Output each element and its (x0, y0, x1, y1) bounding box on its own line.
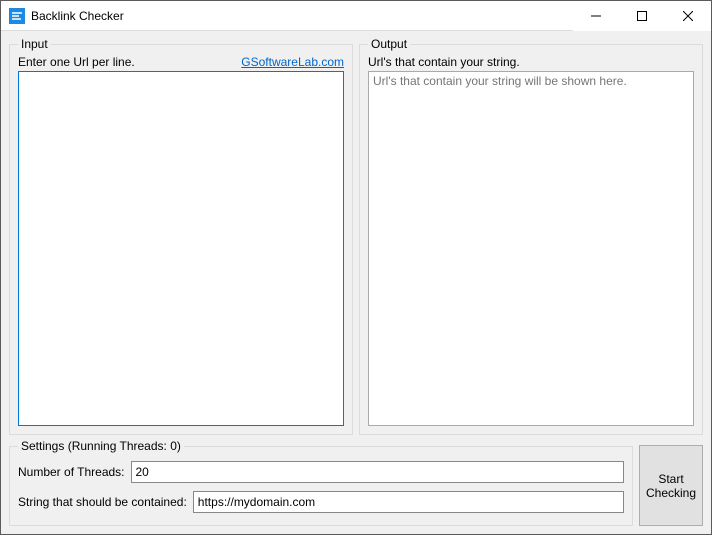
bottom-row: Settings (Running Threads: 0) Number of … (9, 439, 703, 526)
string-input[interactable] (193, 491, 624, 513)
window-title: Backlink Checker (31, 9, 124, 23)
minimize-icon (591, 11, 601, 21)
minimize-button[interactable] (573, 1, 619, 31)
threads-label: Number of Threads: (18, 465, 125, 479)
top-row: Input Enter one Url per line. GSoftwareL… (9, 37, 703, 435)
settings-legend: Settings (Running Threads: 0) (18, 439, 184, 453)
input-legend: Input (18, 37, 51, 51)
start-checking-button[interactable]: Start Checking (639, 445, 703, 526)
app-icon (9, 8, 25, 24)
maximize-icon (637, 11, 647, 21)
close-icon (683, 11, 693, 21)
vendor-link[interactable]: GSoftwareLab.com (241, 55, 344, 69)
string-row: String that should be contained: (18, 491, 624, 513)
output-textarea[interactable] (368, 71, 694, 426)
url-input-textarea[interactable] (18, 71, 344, 426)
content-area: Input Enter one Url per line. GSoftwareL… (1, 31, 711, 534)
output-group: Output Url's that contain your string. (359, 37, 703, 435)
app-window: Backlink Checker Input Enter one Url per… (0, 0, 712, 535)
input-instruction: Enter one Url per line. (18, 55, 135, 69)
input-group: Input Enter one Url per line. GSoftwareL… (9, 37, 353, 435)
close-button[interactable] (665, 1, 711, 31)
output-instruction: Url's that contain your string. (368, 55, 694, 69)
output-legend: Output (368, 37, 410, 51)
settings-group: Settings (Running Threads: 0) Number of … (9, 439, 633, 526)
input-header: Enter one Url per line. GSoftwareLab.com (18, 55, 344, 69)
maximize-button[interactable] (619, 1, 665, 31)
string-label: String that should be contained: (18, 495, 187, 509)
threads-input[interactable] (131, 461, 625, 483)
titlebar[interactable]: Backlink Checker (1, 1, 711, 31)
threads-row: Number of Threads: (18, 461, 624, 483)
